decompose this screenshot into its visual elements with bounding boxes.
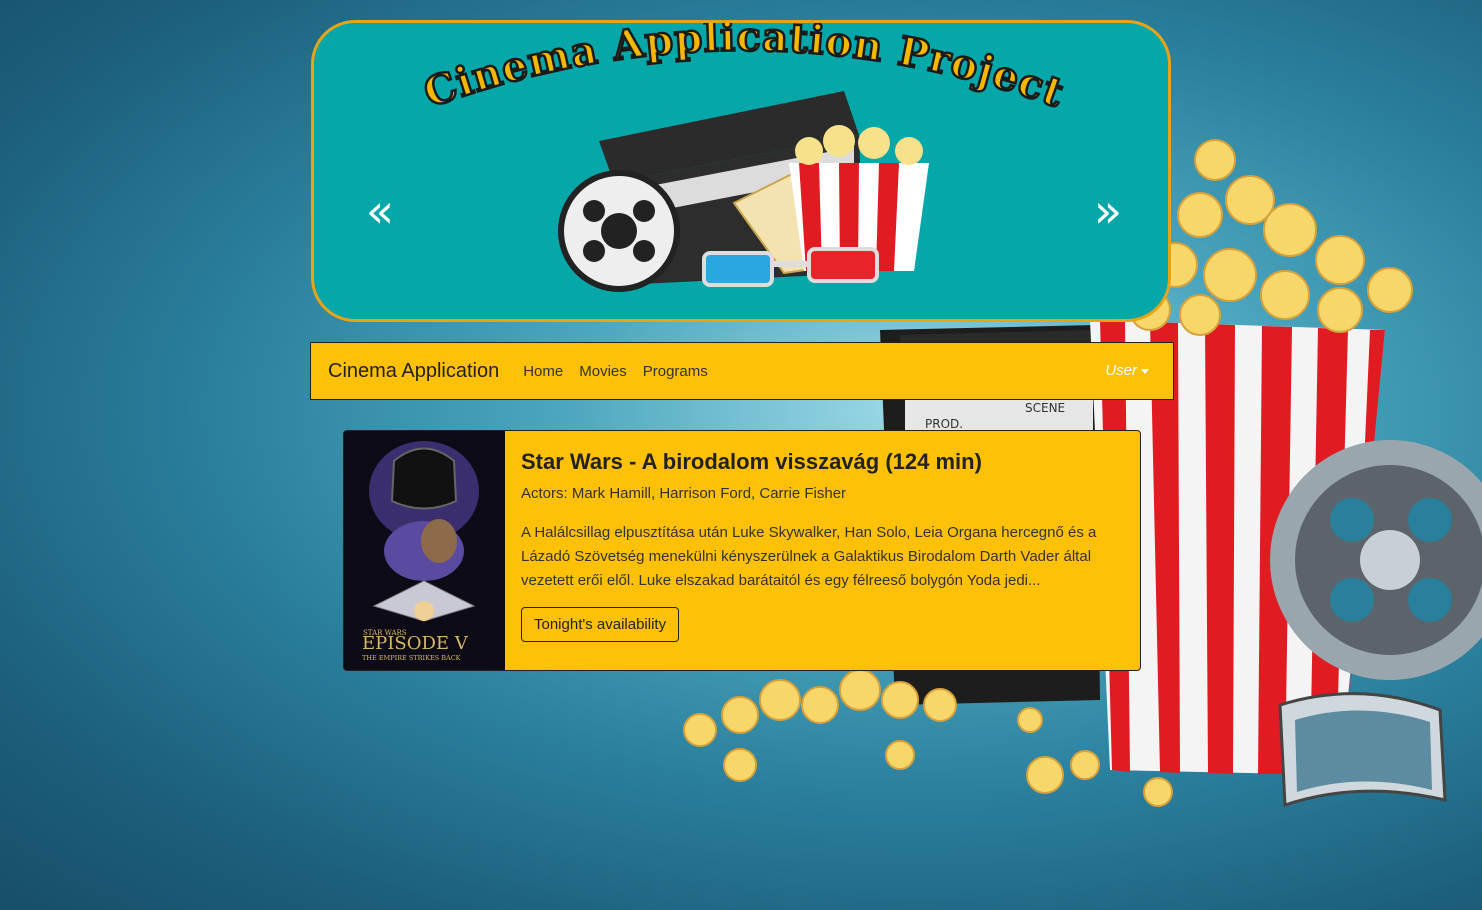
carousel-prev-button[interactable]: « — [350, 183, 410, 239]
banner-title: Cinema Application Project — [418, 23, 1070, 117]
vader-helmet-icon — [390, 447, 458, 510]
tonights-availability-button[interactable]: Tonight's availability — [521, 607, 680, 642]
poster-illustration: STAR WARS EPISODE V THE EMPIRE STRIKES B… — [344, 431, 505, 670]
nav-movies-link[interactable]: Movies — [571, 363, 635, 380]
film-strip-icon — [1278, 692, 1447, 808]
nav-home-link[interactable]: Home — [515, 363, 571, 380]
main-navbar: Cinema Application Home Movies Programs … — [310, 342, 1174, 400]
movie-description: A Halálcsillag elpusztítása után Luke Sk… — [521, 524, 1097, 589]
movie-card-body: Star Wars - A birodalom visszavág (124 m… — [521, 449, 1131, 642]
nav-links: Home Movies Programs — [515, 363, 716, 380]
carousel-next-button[interactable]: » — [1078, 183, 1138, 239]
hero-carousel: Cinema Application Project « » — [311, 20, 1171, 322]
movie-actors: Actors: Mark Hamill, Harrison Ford, Carr… — [521, 485, 847, 502]
emperor-face-icon — [421, 519, 457, 563]
movie-title: Star Wars - A birodalom visszavág (124 m… — [521, 449, 982, 474]
caret-down-icon — [1141, 368, 1149, 374]
nav-programs-link[interactable]: Programs — [635, 363, 716, 380]
poster-subtitle: THE EMPIRE STRIKES BACK — [362, 654, 461, 662]
user-dropdown-toggle[interactable]: User — [1105, 362, 1149, 379]
popcorn-top-icon — [1129, 139, 1413, 336]
reel-icon — [558, 170, 680, 292]
movie-card: STAR WARS EPISODE V THE EMPIRE STRIKES B… — [343, 430, 1141, 671]
svg-text:PROD.: PROD. — [925, 417, 963, 431]
user-dropdown-label: User — [1105, 362, 1137, 379]
navbar-brand[interactable]: Cinema Application — [328, 360, 499, 383]
movie-poster: STAR WARS EPISODE V THE EMPIRE STRIKES B… — [344, 431, 505, 670]
poster-episode: EPISODE V — [362, 633, 469, 654]
svg-text:SCENE: SCENE — [1025, 401, 1065, 415]
banner-illustration: Cinema Application Project — [417, 23, 1071, 292]
